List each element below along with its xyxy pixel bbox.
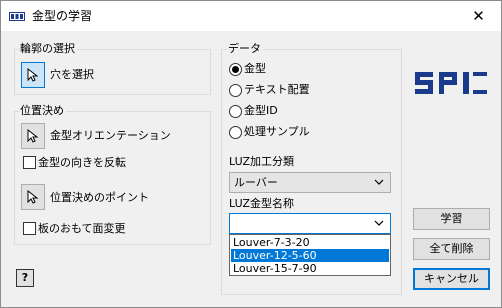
flip-die-label[interactable]: 金型の向きを反転 xyxy=(38,156,126,170)
spi-app-icon xyxy=(9,12,25,21)
title-bar: 金型の学習 ✕ xyxy=(1,1,501,31)
cursor-arrow-icon xyxy=(27,68,39,82)
luz-name-select[interactable] xyxy=(229,213,391,234)
cursor-arrow-icon xyxy=(27,190,39,204)
die-orientation-label: 金型オリエンテーション xyxy=(50,129,171,142)
help-icon: ? xyxy=(21,271,29,284)
sheet-top-label[interactable]: 板のおもて面変更 xyxy=(38,222,126,236)
radio-text-placement-label[interactable]: テキスト配置 xyxy=(244,83,310,97)
luz-name-label: LUZ金型名称 xyxy=(229,197,294,210)
chevron-down-icon xyxy=(374,179,384,185)
flip-die-checkbox[interactable] xyxy=(23,156,36,169)
cancel-button[interactable]: キャンセル xyxy=(413,268,490,290)
close-button[interactable]: ✕ xyxy=(456,1,501,31)
cursor-arrow-icon xyxy=(27,129,39,143)
chevron-down-icon xyxy=(374,220,384,226)
contour-selection-label: 輪郭の選択 xyxy=(19,42,77,55)
radio-process-sample[interactable] xyxy=(229,126,242,139)
sheet-top-checkbox[interactable] xyxy=(23,222,36,235)
positioning-point-label: 位置決めのポイント xyxy=(50,191,149,204)
radio-die[interactable] xyxy=(229,63,242,76)
luz-name-dropdown-list: Louver-7-3-20 Louver-12-5-60 Louver-15-7… xyxy=(229,234,391,276)
dropdown-option[interactable]: Louver-7-3-20 xyxy=(231,236,389,249)
select-hole-button[interactable] xyxy=(21,62,45,88)
delete-all-button[interactable]: 全て削除 xyxy=(413,238,490,260)
dropdown-option[interactable]: Louver-15-7-90 xyxy=(231,262,389,275)
radio-die-id-label[interactable]: 金型ID xyxy=(244,104,278,118)
window-title: 金型の学習 xyxy=(32,9,93,23)
luz-class-value: ルーバー xyxy=(234,176,278,189)
dropdown-option-selected[interactable]: Louver-12-5-60 xyxy=(231,249,389,262)
data-label: データ xyxy=(227,42,263,55)
select-hole-label: 穴を選択 xyxy=(50,68,94,81)
help-button[interactable]: ? xyxy=(16,269,34,287)
luz-class-label: LUZ加工分類 xyxy=(229,155,294,168)
positioning-label: 位置決め xyxy=(19,104,66,117)
die-orientation-button[interactable] xyxy=(21,123,45,149)
radio-process-sample-label[interactable]: 処理サンプル xyxy=(244,125,310,139)
spi-logo xyxy=(415,72,487,94)
radio-die-id[interactable] xyxy=(229,105,242,118)
positioning-point-button[interactable] xyxy=(21,184,45,210)
radio-text-placement[interactable] xyxy=(229,84,242,97)
luz-class-select[interactable]: ルーバー xyxy=(229,172,391,193)
learn-die-dialog: 金型の学習 ✕ 輪郭の選択 穴を選択 位置決め 金型オリエンテーション 金型の向… xyxy=(0,0,502,308)
radio-die-label[interactable]: 金型 xyxy=(244,62,266,76)
learn-button[interactable]: 学習 xyxy=(413,208,490,230)
